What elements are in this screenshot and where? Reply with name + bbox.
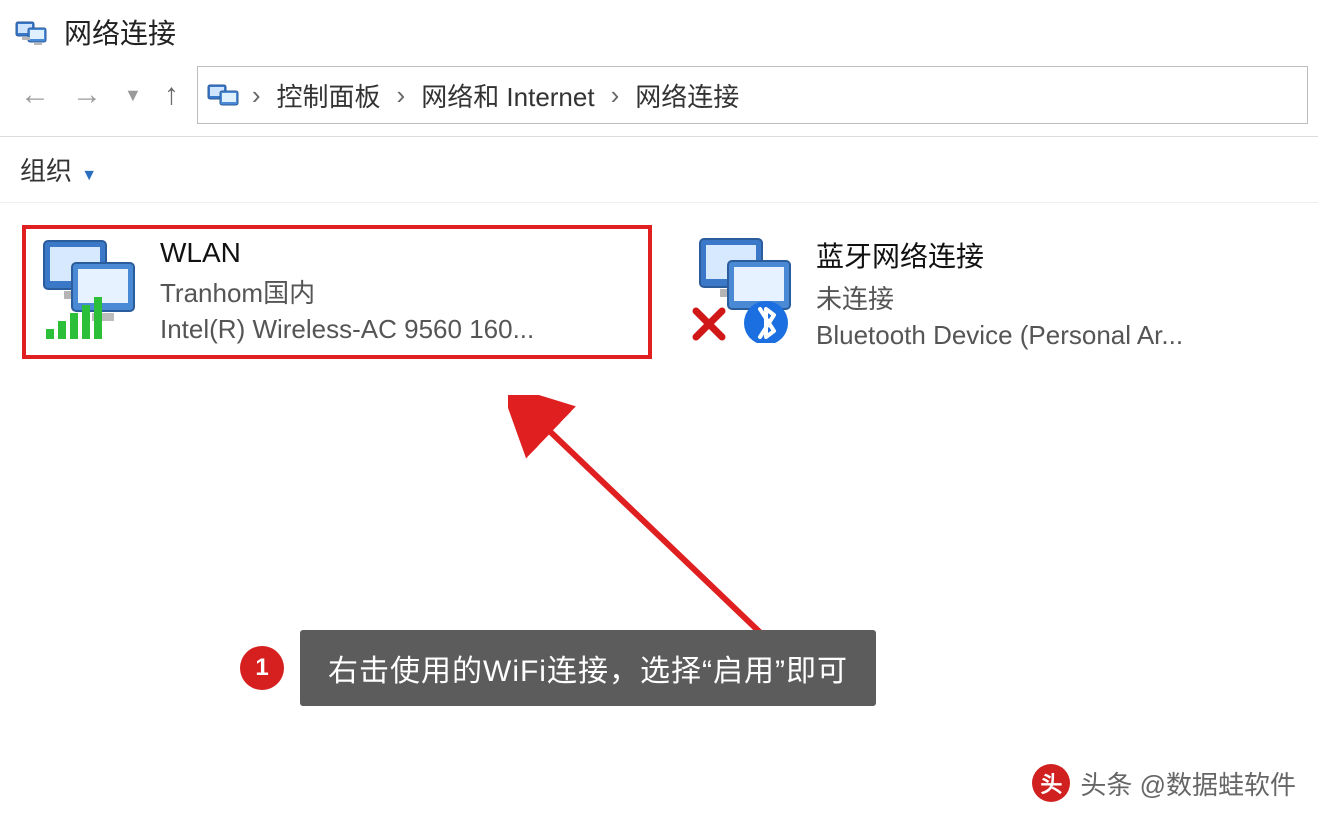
annotation-arrow-icon <box>508 395 808 655</box>
connection-adapter: Intel(R) Wireless-AC 9560 160... <box>160 314 534 345</box>
connection-name: 蓝牙网络连接 <box>816 235 1183 275</box>
annotation-callout: 1 右击使用的WiFi连接，选择“启用”即可 <box>240 630 876 706</box>
breadcrumb-separator: › <box>248 80 265 111</box>
watermark-icon: 头 <box>1032 764 1070 802</box>
connection-item-bluetooth[interactable]: 蓝牙网络连接 未连接 Bluetooth Device (Personal Ar… <box>678 225 1296 359</box>
breadcrumb-separator: › <box>393 80 410 111</box>
breadcrumb-network-internet[interactable]: 网络和 Internet <box>415 77 600 114</box>
navigation-row: ← → ▼ ↑ › 控制面板 › 网络和 Internet › 网络连接 <box>0 62 1318 136</box>
watermark: 头 头条 @数据蛙软件 <box>1032 764 1296 802</box>
watermark-text: 头条 @数据蛙软件 <box>1080 765 1296 802</box>
annotation-step-badge: 1 <box>240 646 284 690</box>
network-connections-icon <box>206 81 242 109</box>
breadcrumb-network-connections[interactable]: 网络连接 <box>629 77 745 114</box>
connection-adapter: Bluetooth Device (Personal Ar... <box>816 320 1183 351</box>
wlan-adapter-icon <box>32 235 142 345</box>
forward-button[interactable]: → <box>72 78 102 112</box>
connection-name: WLAN <box>160 237 534 269</box>
bluetooth-text: 蓝牙网络连接 未连接 Bluetooth Device (Personal Ar… <box>816 233 1183 351</box>
connection-item-wlan[interactable]: WLAN Tranhom国内 Intel(R) Wireless-AC 9560… <box>22 225 652 359</box>
annotation-text: 右击使用的WiFi连接，选择“启用”即可 <box>300 630 876 706</box>
toolbar: 组织 ▼ <box>0 136 1318 203</box>
address-bar[interactable]: › 控制面板 › 网络和 Internet › 网络连接 <box>197 66 1308 124</box>
wlan-text: WLAN Tranhom国内 Intel(R) Wireless-AC 9560… <box>160 235 534 345</box>
recent-dropdown-icon[interactable]: ▼ <box>124 85 142 106</box>
connection-network: Tranhom国内 <box>160 273 534 310</box>
window-title: 网络连接 <box>64 12 176 52</box>
nav-arrows: ← → ▼ <box>10 78 164 112</box>
content-area: WLAN Tranhom国内 Intel(R) Wireless-AC 9560… <box>0 203 1318 381</box>
bluetooth-adapter-icon <box>688 233 798 343</box>
connection-status: 未连接 <box>816 279 1183 316</box>
network-connections-icon <box>14 18 50 46</box>
up-button[interactable]: ↑ <box>164 78 197 112</box>
organize-button[interactable]: 组织 ▼ <box>20 151 97 188</box>
breadcrumb-separator: › <box>607 80 624 111</box>
back-button[interactable]: ← <box>20 78 50 112</box>
chevron-down-icon: ▼ <box>81 167 97 184</box>
organize-label: 组织 <box>20 156 72 186</box>
breadcrumb-control-panel[interactable]: 控制面板 <box>271 77 387 114</box>
title-bar: 网络连接 <box>0 0 1318 62</box>
